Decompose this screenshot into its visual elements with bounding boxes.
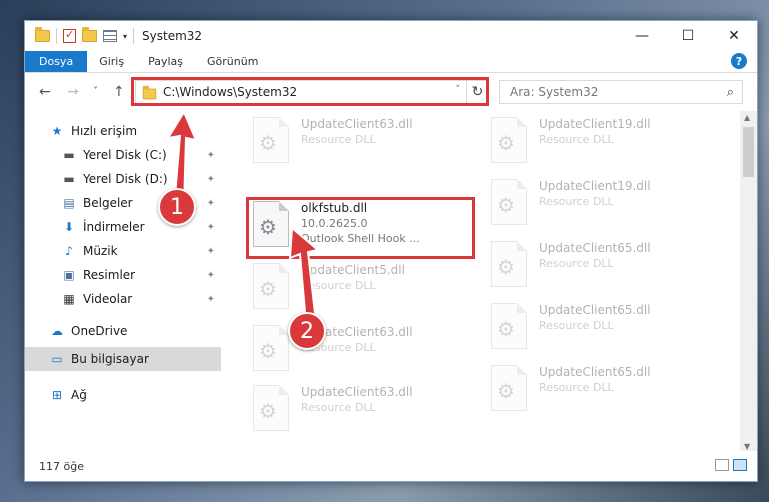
help-button[interactable]: ? [731, 53, 747, 69]
up-button[interactable]: ↑ [113, 84, 125, 100]
callout-badge-1: 1 [158, 188, 196, 226]
dll-file-icon: ⚙ [249, 383, 293, 435]
sidebar-item-onedrive[interactable]: ☁ OneDrive [25, 319, 221, 343]
file-description: Resource DLL [301, 133, 376, 146]
drive-icon: ▬ [63, 172, 75, 186]
pin-icon[interactable]: ✦ [207, 294, 215, 305]
file-description: Resource DLL [539, 133, 614, 146]
view-icon[interactable] [103, 30, 117, 42]
vertical-scrollbar[interactable]: ▲ ▼ [740, 111, 757, 453]
sidebar-item-label: Hızlı erişim [71, 124, 138, 138]
sidebar-item-music[interactable]: ♪ Müzik ✦ [25, 239, 221, 263]
file-description: Resource DLL [539, 195, 614, 208]
pin-icon[interactable]: ✦ [207, 246, 215, 257]
file-tile[interactable]: ⚙ UpdateClient63.dll Resource DLL [249, 383, 479, 441]
sidebar-item-label: Belgeler [83, 196, 133, 210]
ribbon-tabs: Dosya Giriş Paylaş Görünüm [25, 51, 757, 73]
file-name: UpdateClient63.dll [301, 117, 413, 131]
tab-home[interactable]: Giriş [87, 51, 136, 72]
tab-view[interactable]: Görünüm [195, 51, 270, 72]
file-name: UpdateClient65.dll [539, 303, 651, 317]
details-view-icon[interactable] [715, 459, 729, 471]
view-switcher [715, 459, 747, 471]
forward-button[interactable]: → [67, 84, 79, 100]
cloud-icon: ☁ [51, 324, 63, 338]
sidebar-item-videos[interactable]: ▦ Videolar ✦ [25, 287, 221, 311]
file-description: Resource DLL [539, 257, 614, 270]
sidebar-item-label: Resimler [83, 268, 136, 282]
documents-icon: ▤ [63, 196, 75, 210]
properties-icon[interactable] [63, 28, 76, 43]
file-name: UpdateClient19.dll [539, 117, 651, 131]
callout-badge-2: 2 [288, 312, 326, 350]
dll-file-icon: ⚙ [487, 177, 531, 229]
scrollbar-thumb[interactable] [743, 127, 754, 177]
sidebar-item-label: Müzik [83, 244, 118, 258]
sidebar-item-network[interactable]: ⊞ Ağ [25, 383, 221, 407]
status-bar: 117 öğe [25, 451, 757, 481]
sidebar-item-label: OneDrive [71, 324, 128, 338]
toolbar-divider [133, 28, 135, 44]
dll-file-icon: ⚙ [487, 301, 531, 353]
folder-icon [35, 27, 50, 42]
file-name: UpdateClient65.dll [539, 365, 651, 379]
tab-share[interactable]: Paylaş [136, 51, 195, 72]
file-tile[interactable]: ⚙ UpdateClient65.dll Resource DLL [487, 239, 717, 297]
sidebar-item-label: Videolar [83, 292, 133, 306]
search-input[interactable]: Ara: System32 ⌕ [499, 80, 743, 104]
tab-file[interactable]: Dosya [25, 51, 88, 72]
item-count: 117 öğe [39, 459, 84, 473]
file-tile[interactable]: ⚙ UpdateClient19.dll Resource DLL [487, 177, 717, 235]
customize-dropdown-icon[interactable]: ▾ [123, 32, 127, 41]
music-icon: ♪ [65, 244, 73, 258]
quick-access-toolbar: ▾ [25, 27, 135, 44]
window-controls: — ☐ ✕ [619, 21, 757, 51]
download-icon: ⬇ [63, 220, 75, 234]
maximize-button[interactable]: ☐ [665, 21, 711, 51]
file-name: UpdateClient19.dll [539, 179, 651, 193]
scroll-down-icon[interactable]: ▼ [744, 442, 750, 451]
sidebar-item-label: Ağ [71, 388, 87, 402]
title-bar: ▾ System32 — ☐ ✕ [25, 21, 757, 51]
recent-locations-button[interactable]: ˅ [93, 86, 98, 97]
tiles-view-icon[interactable] [733, 459, 747, 471]
navigation-bar: ← → ˅ ↑ C:\Windows\System32 ˅ ↻ Ara: Sys… [25, 74, 757, 110]
file-name: UpdateClient63.dll [301, 385, 413, 399]
window-title: System32 [142, 29, 203, 43]
sidebar-item-label: Bu bilgisayar [71, 352, 149, 366]
drive-icon: ▬ [63, 148, 75, 162]
dll-file-icon: ⚙ [487, 115, 531, 167]
pictures-icon: ▣ [63, 268, 75, 282]
file-tile[interactable]: ⚙ UpdateClient19.dll Resource DLL [487, 115, 717, 173]
star-icon: ★ [51, 124, 63, 138]
file-description: Resource DLL [301, 401, 376, 414]
scroll-up-icon[interactable]: ▲ [744, 113, 750, 122]
close-button[interactable]: ✕ [711, 21, 757, 51]
sidebar-item-label: İndirmeler [83, 220, 145, 234]
pin-icon[interactable]: ✦ [207, 222, 215, 233]
sidebar-item-this-pc[interactable]: ▭ Bu bilgisayar [25, 347, 221, 371]
search-icon[interactable]: ⌕ [727, 85, 734, 100]
sidebar-item-pictures[interactable]: ▣ Resimler ✦ [25, 263, 221, 287]
minimize-button[interactable]: — [619, 21, 665, 51]
address-highlight-box [131, 77, 489, 106]
new-folder-icon[interactable] [82, 27, 97, 42]
pin-icon[interactable]: ✦ [207, 270, 215, 281]
dll-file-icon: ⚙ [249, 115, 293, 167]
explorer-window: ▾ System32 — ☐ ✕ Dosya Giriş Paylaş Görü… [24, 20, 758, 482]
video-icon: ▦ [63, 292, 75, 306]
file-tile[interactable]: ⚙ UpdateClient63.dll Resource DLL [249, 115, 479, 173]
file-tile[interactable]: ⚙ UpdateClient65.dll Resource DLL [487, 363, 717, 421]
search-placeholder: Ara: System32 [510, 85, 599, 99]
file-name: UpdateClient65.dll [539, 241, 651, 255]
back-button[interactable]: ← [39, 84, 51, 100]
computer-icon: ▭ [51, 352, 63, 366]
file-description: Resource DLL [539, 319, 614, 332]
toolbar-divider [56, 28, 57, 44]
dll-file-icon: ⚙ [487, 239, 531, 291]
dll-file-icon: ⚙ [487, 363, 531, 415]
network-icon: ⊞ [51, 388, 63, 402]
file-tile[interactable]: ⚙ UpdateClient65.dll Resource DLL [487, 301, 717, 359]
file-description: Resource DLL [539, 381, 614, 394]
